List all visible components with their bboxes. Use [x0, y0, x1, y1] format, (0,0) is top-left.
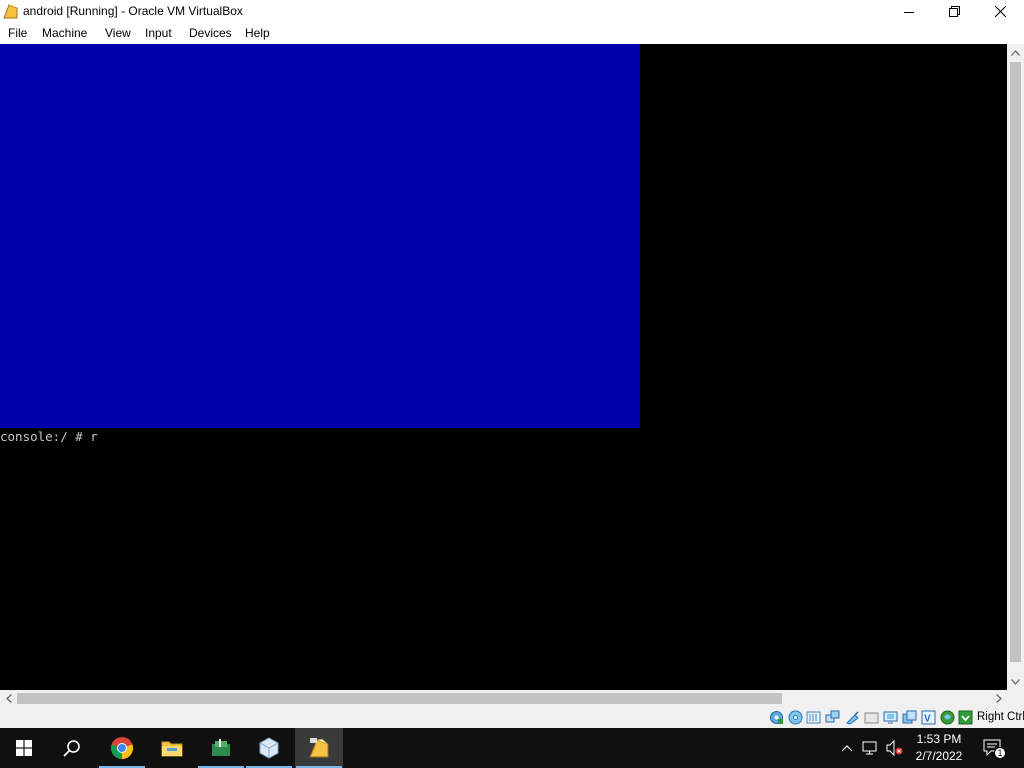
keyboard-icon[interactable]	[958, 710, 973, 725]
virtualbox-vm-icon[interactable]	[295, 728, 343, 768]
search-icon[interactable]	[48, 728, 96, 768]
scroll-left-icon[interactable]	[0, 690, 17, 707]
audio-icon[interactable]	[806, 710, 821, 725]
start-icon[interactable]	[0, 728, 48, 768]
console-prompt: console:/ # r	[0, 429, 98, 444]
system-clock[interactable]: 1:53 PM 2/7/2022	[905, 731, 973, 765]
network-icon[interactable]	[825, 710, 840, 725]
horizontal-scroll-thumb[interactable]	[17, 693, 782, 704]
window-title: android [Running] - Oracle VM VirtualBox	[23, 4, 243, 18]
horizontal-scrollbar[interactable]	[0, 690, 1007, 707]
menu-help[interactable]: Help	[245, 26, 270, 40]
vm-display[interactable]: console:/ # r	[0, 44, 1007, 690]
mouse-integration-icon[interactable]	[940, 710, 955, 725]
shared-folders-icon[interactable]	[864, 710, 879, 725]
menu-input[interactable]: Input	[145, 26, 172, 40]
optical-drive-icon[interactable]	[788, 710, 803, 725]
status-bar: V Right Ctrl	[0, 707, 1024, 728]
file-explorer-icon[interactable]	[148, 728, 196, 768]
usb-icon[interactable]	[845, 710, 860, 725]
vm-framebuffer-region	[0, 44, 640, 428]
menu-file[interactable]: File	[8, 26, 27, 40]
volume-muted-icon[interactable]	[885, 738, 905, 758]
video-capture-icon[interactable]	[902, 710, 917, 725]
scroll-corner	[1007, 690, 1024, 707]
restore-button[interactable]	[931, 0, 977, 23]
scroll-right-icon[interactable]	[990, 690, 1007, 707]
scroll-down-icon[interactable]	[1007, 673, 1024, 690]
title-bar: android [Running] - Oracle VM VirtualBox	[0, 0, 1024, 23]
menu-bar: File Machine View Input Devices Help	[0, 23, 1024, 44]
host-key-label[interactable]: Right Ctrl	[977, 711, 1024, 723]
chevron-up-icon[interactable]	[837, 738, 857, 758]
network-tray-icon[interactable]	[861, 738, 881, 758]
menu-view[interactable]: View	[105, 26, 131, 40]
notification-badge: 1	[997, 748, 1003, 758]
clock-date: 2/7/2022	[915, 749, 963, 763]
chrome-icon[interactable]	[98, 728, 146, 768]
app-icon[interactable]	[197, 728, 245, 768]
menu-devices[interactable]: Devices	[189, 26, 232, 40]
close-button[interactable]	[977, 0, 1023, 23]
vertical-scrollbar[interactable]	[1007, 44, 1024, 690]
clock-time: 1:53 PM	[916, 732, 962, 746]
vertical-scroll-thumb[interactable]	[1010, 62, 1021, 662]
hard-disk-icon[interactable]	[769, 710, 784, 725]
svg-text:V: V	[924, 714, 931, 725]
minimize-button[interactable]	[886, 0, 932, 23]
scroll-up-icon[interactable]	[1007, 44, 1024, 61]
menu-machine[interactable]: Machine	[42, 26, 87, 40]
notification-icon[interactable]: 1	[982, 738, 1006, 759]
taskbar: 1:53 PM 2/7/2022 1	[0, 728, 1024, 768]
display-icon[interactable]	[883, 710, 898, 725]
virtualbox-vm-icon	[2, 3, 19, 20]
virtualbox-icon[interactable]	[245, 728, 293, 768]
virtualization-icon[interactable]: V	[921, 710, 936, 725]
